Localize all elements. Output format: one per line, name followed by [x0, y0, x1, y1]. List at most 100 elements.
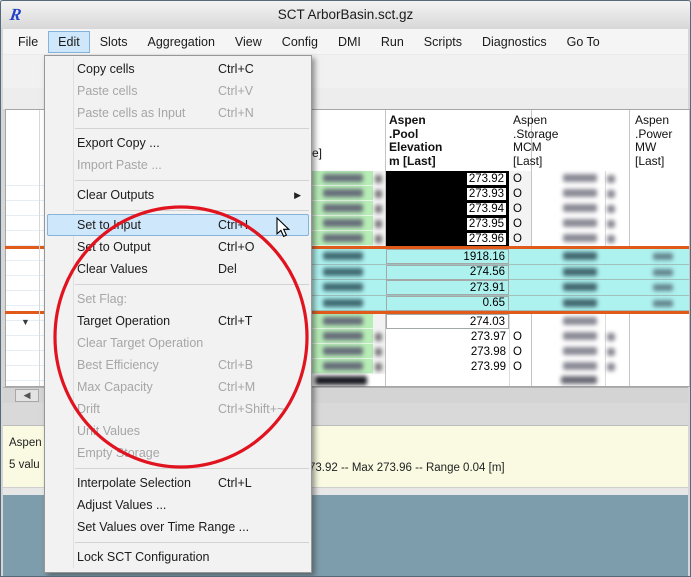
menu-item-shortcut: Ctrl+B — [218, 358, 309, 372]
status-slot-name: Aspen — [9, 437, 42, 449]
menu-item-import-paste: Import Paste ... — [47, 154, 309, 176]
redacted-value — [375, 348, 382, 356]
flag-cell: O — [509, 344, 531, 359]
redacted-value — [375, 235, 382, 243]
menu-item-interpolate-selection[interactable]: Interpolate SelectionCtrl+L — [47, 472, 309, 494]
menu-item-adjust-values[interactable]: Adjust Values ... — [47, 494, 309, 516]
cell-value[interactable]: 274.56 — [386, 265, 509, 280]
menu-item-shortcut: Ctrl+M — [218, 380, 309, 394]
pool-elevation-cell[interactable]: 273.93 — [386, 186, 509, 202]
menubar-item-aggregation[interactable]: Aggregation — [138, 31, 225, 53]
menu-item-copy-cells[interactable]: Copy cellsCtrl+C — [47, 58, 309, 80]
column-header-fragment: e] — [312, 147, 322, 161]
row-header-divider — [39, 110, 40, 386]
menu-item-label: Clear Target Operation — [77, 336, 218, 350]
redacted-value — [563, 362, 597, 370]
cell-value: 273.92 — [467, 173, 506, 185]
redacted-value — [607, 205, 615, 213]
pool-elevation-cell[interactable]: 273.94 — [386, 201, 509, 217]
redacted-value — [653, 300, 673, 307]
menubar-item-scripts[interactable]: Scripts — [414, 31, 472, 53]
column-border — [689, 110, 690, 386]
menu-item-label: Best Efficiency — [77, 358, 218, 372]
menu-item-clear-values[interactable]: Clear ValuesDel — [47, 258, 309, 280]
pool-elevation-cell[interactable]: 273.95 — [386, 216, 509, 232]
menubar-item-dmi[interactable]: DMI — [328, 31, 371, 53]
menu-item-label: Drift — [77, 402, 218, 416]
menu-item-label: Paste cells — [77, 84, 218, 98]
redacted-value — [563, 317, 597, 325]
title-bar[interactable]: R SCT ArborBasin.sct.gz — [1, 1, 690, 29]
menu-bar: FileEditSlotsAggregationViewConfigDMIRun… — [3, 29, 688, 55]
menu-item-paste-cells: Paste cellsCtrl+V — [47, 80, 309, 102]
redacted-value — [375, 190, 382, 198]
flag-subcell — [373, 314, 385, 329]
menu-item-label: Import Paste ... — [77, 158, 218, 172]
menu-item-label: Clear Outputs — [77, 188, 218, 202]
flag-cell: O — [509, 201, 531, 216]
redacted-value — [563, 174, 597, 182]
redacted-value — [653, 253, 673, 260]
menubar-item-file[interactable]: File — [8, 31, 48, 53]
menu-item-best-efficiency: Best EfficiencyCtrl+B — [47, 354, 309, 376]
menu-item-clear-outputs[interactable]: Clear Outputs▶ — [47, 184, 309, 206]
menu-separator — [75, 206, 309, 214]
menubar-item-diagnostics[interactable]: Diagnostics — [472, 31, 557, 53]
scroll-left-button[interactable]: ◀ — [15, 389, 39, 402]
redacted-value — [563, 268, 597, 276]
cell-value[interactable]: 0.65 — [386, 296, 509, 311]
menu-item-set-to-input[interactable]: Set to InputCtrl+I — [47, 214, 309, 236]
column-header-aspen-power[interactable]: Aspen .Power MW [Last] — [635, 114, 672, 168]
pool-elevation-cell[interactable]: 273.92 — [386, 171, 509, 187]
redacted-value — [563, 234, 597, 242]
cell-value[interactable]: 273.99 — [386, 359, 509, 375]
redacted-value — [561, 376, 597, 384]
menubar-item-slots[interactable]: Slots — [90, 31, 138, 53]
cell-value: 273.96 — [467, 233, 506, 245]
menu-item-target-operation[interactable]: Target OperationCtrl+T — [47, 310, 309, 332]
redacted-value — [563, 283, 597, 291]
menu-item-set-values-over-time-range[interactable]: Set Values over Time Range ... — [47, 516, 309, 538]
menu-item-label: Clear Values — [77, 262, 218, 276]
redacted-value — [375, 333, 382, 341]
redacted-value — [607, 348, 615, 356]
column-header-aspen-pool-elevation[interactable]: Aspen .Pool Elevation m [Last] — [389, 114, 442, 168]
redacted-date — [315, 376, 367, 385]
redacted-value — [563, 332, 597, 340]
status-summary-left: 5 valu — [9, 459, 40, 471]
menubar-item-go-to[interactable]: Go To — [557, 31, 610, 53]
window-title: SCT ArborBasin.sct.gz — [1, 7, 690, 22]
cell-value[interactable]: 273.97 — [386, 329, 509, 345]
redacted-value — [563, 252, 597, 260]
menu-item-label: Empty Storage — [77, 446, 218, 460]
cell-value[interactable]: 273.98 — [386, 344, 509, 360]
redacted-date — [323, 362, 363, 370]
cell-value[interactable]: 274.03 — [386, 314, 509, 329]
menubar-item-edit[interactable]: Edit — [48, 31, 90, 53]
menu-item-lock-sct-configuration[interactable]: Lock SCT Configuration — [47, 546, 309, 568]
menubar-item-run[interactable]: Run — [371, 31, 414, 53]
redacted-date — [323, 219, 363, 227]
menu-item-export-copy[interactable]: Export Copy ... — [47, 132, 309, 154]
menu-separator — [75, 464, 309, 472]
cell-value[interactable]: 273.91 — [386, 280, 509, 295]
redacted-date — [323, 234, 363, 242]
menubar-item-view[interactable]: View — [225, 31, 272, 53]
redacted-date — [323, 268, 363, 276]
cell-value: 273.95 — [467, 218, 506, 230]
menu-item-label: Set to Output — [77, 240, 218, 254]
sct-window: R SCT ArborBasin.sct.gz FileEditSlotsAgg… — [0, 0, 691, 577]
menu-item-set-to-output[interactable]: Set to OutputCtrl+O — [47, 236, 309, 258]
flag-cell: O — [509, 171, 531, 186]
cell-value[interactable]: 1918.16 — [386, 249, 509, 264]
redacted-value — [607, 363, 615, 371]
redacted-date — [323, 347, 363, 355]
pool-elevation-cell[interactable]: 273.96 — [386, 231, 509, 247]
menubar-item-config[interactable]: Config — [272, 31, 328, 53]
redacted-value — [375, 363, 382, 371]
menu-item-set-flag: Set Flag: — [47, 288, 309, 310]
column-header-aspen-storage[interactable]: Aspen .Storage MCM [Last] — [513, 114, 558, 168]
cell-value: 273.93 — [467, 188, 506, 200]
menu-item-label: Set to Input — [77, 218, 218, 232]
redacted-value — [607, 175, 615, 183]
